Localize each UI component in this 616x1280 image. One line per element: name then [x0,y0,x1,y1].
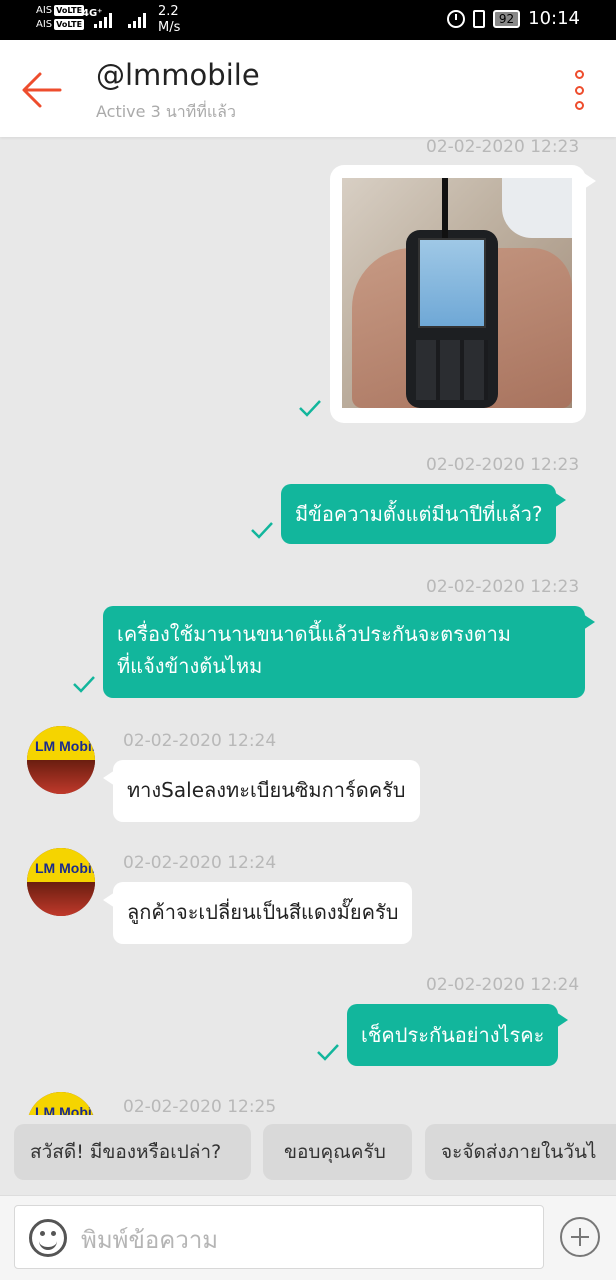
volte-badge-2: VoLTE [54,18,85,30]
input-placeholder: พิมพ์ข้อความ [81,1226,219,1254]
vibrate-icon [472,9,485,28]
carrier-1: AIS [36,5,53,16]
input-bar: พิมพ์ข้อความ [0,1195,616,1280]
network-speed: 2.2 M/s [158,4,180,36]
message-time: 02-02-2020 12:24 [426,975,580,995]
message-time: 02-02-2020 12:23 [426,455,580,475]
message-text: ลูกค้าจะเปลี่ยนเป็นสีแดงมั๊ยครับ [127,900,399,924]
avatar[interactable]: LM Mobile [27,848,95,916]
chat-area[interactable]: 02-02-2020 12:23 02-02-2020 12:23 มีข้อค… [0,137,616,1115]
read-check-icon [299,400,321,417]
status-bar: AIS VoLTE AIS VoLTE 4G⁺ 2.2 M/s 92 10:14 [0,0,616,40]
quick-reply-chip[interactable]: ขอบคุณครับ [263,1124,412,1180]
message-text-line-1: เครื่องใช้มานานขนาดนี้แล้วประกันจะตรงตาม [117,622,511,646]
more-options-icon[interactable] [572,70,586,110]
emoji-icon[interactable] [29,1219,67,1257]
message-time: 02-02-2020 12:25 [123,1097,277,1115]
alarm-icon [446,9,465,28]
active-status: Active 3 นาทีที่แล้ว [96,102,236,121]
outgoing-message[interactable]: มีข้อความตั้งแต่มีนาปีที่แล้ว? [281,484,567,544]
clock: 10:14 [528,8,580,29]
add-attachment-icon[interactable] [560,1217,600,1257]
battery-icon: 92 [492,9,521,28]
speed-unit: M/s [158,20,181,35]
volte-badge-1: VoLTE [54,4,85,16]
outgoing-message[interactable]: เครื่องใช้มานานขนาดนี้แล้วประกันจะตรงตาม… [103,606,595,698]
read-check-icon [73,676,95,693]
signal-icon-2 [128,10,146,28]
read-check-icon [251,522,273,539]
carrier-info: AIS VoLTE AIS VoLTE [36,4,85,32]
message-text: ทางSaleลงทะเบียนซิมการ์ดครับ [127,778,406,802]
status-right: 92 10:14 [446,8,580,29]
speed-value: 2.2 [158,4,179,19]
avatar[interactable]: LM Mobile [27,726,95,794]
incoming-message[interactable]: ลูกค้าจะเปลี่ยนเป็นสีแดงมั๊ยครับ [102,882,413,944]
read-check-icon [317,1044,339,1061]
quick-reply-chip[interactable]: จะจัดส่งภายในวันไ [425,1124,616,1180]
signal-icon [94,10,112,28]
message-text-line-2: ที่แจ้งข้างต้นไหม [117,654,263,678]
chat-header: @lmmobile Active 3 นาทีที่แล้ว [0,40,616,137]
image-message[interactable] [330,165,596,423]
carrier-2: AIS [36,19,53,30]
message-time: 02-02-2020 12:23 [426,137,580,157]
incoming-message[interactable]: ทางSaleลงทะเบียนซิมการ์ดครับ [103,760,420,822]
chat-title: @lmmobile [96,58,260,92]
phone-photo[interactable] [342,178,572,408]
quick-reply-chip[interactable]: สวัสดี! มีของหรือเปล่า? [14,1124,251,1180]
outgoing-message[interactable]: เช็คประกันอย่างไรคะ [347,1004,569,1066]
message-time: 02-02-2020 12:24 [123,853,277,873]
message-time: 02-02-2020 12:23 [426,577,580,597]
message-time: 02-02-2020 12:24 [123,731,277,751]
quick-replies: สวัสดี! มีของหรือเปล่า? ขอบคุณครับ จะจัด… [0,1115,616,1195]
message-text: มีข้อความตั้งแต่มีนาปีที่แล้ว? [295,502,543,526]
back-arrow-icon[interactable] [20,68,64,112]
message-text: เช็คประกันอย่างไรคะ [361,1023,545,1047]
avatar[interactable]: LM Mobile [27,1092,95,1115]
message-input[interactable]: พิมพ์ข้อความ [14,1205,544,1269]
